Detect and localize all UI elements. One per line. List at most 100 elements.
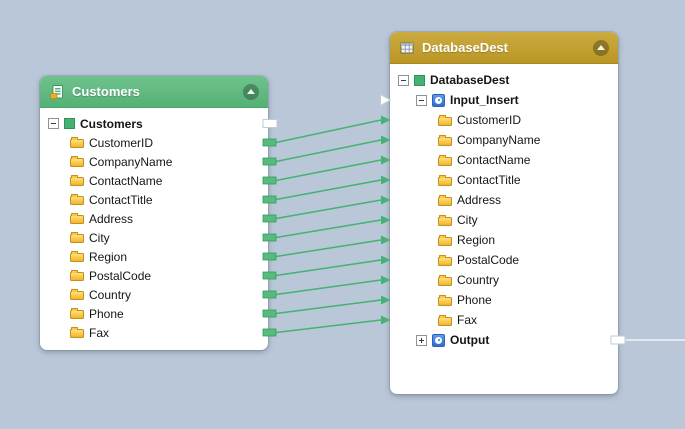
connection-line[interactable] bbox=[276, 240, 381, 257]
folder-icon bbox=[438, 157, 452, 166]
connection-line[interactable] bbox=[276, 160, 381, 181]
field-label: Phone bbox=[89, 308, 124, 320]
folder-icon bbox=[70, 329, 84, 338]
field-label: ContactTitle bbox=[457, 174, 521, 186]
tree-node-field[interactable]: City bbox=[40, 228, 268, 247]
field-label: CustomerID bbox=[457, 114, 521, 126]
collapse-toggle-button[interactable] bbox=[243, 84, 259, 100]
field-label: PostalCode bbox=[89, 270, 151, 282]
field-label: Fax bbox=[457, 314, 477, 326]
field-label: Phone bbox=[457, 294, 492, 306]
mapping-canvas: Customers Customers CustomerID CompanyNa… bbox=[0, 0, 685, 429]
connection-line[interactable] bbox=[276, 320, 381, 333]
tree-node-input-insert[interactable]: Input_Insert bbox=[390, 90, 618, 110]
connection-line[interactable] bbox=[276, 120, 381, 143]
field-label: Region bbox=[89, 251, 127, 263]
tree-node-field[interactable]: Fax bbox=[40, 323, 268, 342]
folder-icon bbox=[438, 137, 452, 146]
tree-node-field[interactable]: ContactTitle bbox=[40, 190, 268, 209]
tree-node-field[interactable]: Region bbox=[390, 230, 618, 250]
field-label: ContactName bbox=[457, 154, 530, 166]
tree-node-field[interactable]: CustomerID bbox=[40, 133, 268, 152]
field-label: CompanyName bbox=[89, 156, 172, 168]
collapse-expander-icon[interactable] bbox=[416, 95, 427, 106]
folder-icon bbox=[438, 217, 452, 226]
folder-icon bbox=[70, 310, 84, 319]
tree-node-field[interactable]: Phone bbox=[40, 304, 268, 323]
component-customers-header[interactable]: Customers bbox=[40, 76, 268, 108]
field-label: PostalCode bbox=[457, 254, 519, 266]
tree-node-field[interactable]: Country bbox=[40, 285, 268, 304]
expand-expander-icon[interactable] bbox=[416, 335, 427, 346]
folder-icon bbox=[70, 158, 84, 167]
connection-line[interactable] bbox=[276, 300, 381, 314]
table-icon bbox=[414, 75, 425, 86]
tree-node-field[interactable]: Address bbox=[40, 209, 268, 228]
field-label: Country bbox=[89, 289, 131, 301]
folder-icon bbox=[438, 197, 452, 206]
table-icon bbox=[64, 118, 75, 129]
tree-node-field[interactable]: CompanyName bbox=[390, 130, 618, 150]
tree-node-field[interactable]: ContactTitle bbox=[390, 170, 618, 190]
field-label: CustomerID bbox=[89, 137, 153, 149]
folder-icon bbox=[438, 117, 452, 126]
connection-line[interactable] bbox=[276, 220, 381, 238]
node-label: Input_Insert bbox=[450, 94, 519, 106]
gear-icon bbox=[432, 94, 445, 107]
folder-icon bbox=[438, 317, 452, 326]
component-title: Customers bbox=[72, 84, 140, 99]
collapse-expander-icon[interactable] bbox=[398, 75, 409, 86]
connection-line[interactable] bbox=[276, 140, 381, 162]
folder-icon bbox=[438, 237, 452, 246]
field-label: City bbox=[89, 232, 110, 244]
tree-node-field[interactable]: Region bbox=[40, 247, 268, 266]
folder-icon bbox=[438, 257, 452, 266]
folder-icon bbox=[70, 234, 84, 243]
tree-node-field[interactable]: Phone bbox=[390, 290, 618, 310]
tree-node-field[interactable]: PostalCode bbox=[390, 250, 618, 270]
source-file-icon bbox=[49, 84, 65, 100]
tree-node-field[interactable]: CustomerID bbox=[390, 110, 618, 130]
tree-node-customers-root[interactable]: Customers bbox=[40, 114, 268, 133]
folder-icon bbox=[70, 253, 84, 262]
tree-node-field[interactable]: ContactName bbox=[40, 171, 268, 190]
component-databasedest[interactable]: DatabaseDest DatabaseDest Input_Insert C… bbox=[390, 32, 618, 394]
tree-node-databasedest-root[interactable]: DatabaseDest bbox=[390, 70, 618, 90]
field-label: ContactName bbox=[89, 175, 162, 187]
triangle-up-icon bbox=[247, 89, 255, 94]
field-label: Country bbox=[457, 274, 499, 286]
tree-node-field[interactable]: City bbox=[390, 210, 618, 230]
component-title: DatabaseDest bbox=[422, 40, 508, 55]
input-insert-connector-arrow[interactable] bbox=[381, 95, 391, 106]
field-connections bbox=[276, 120, 381, 333]
tree-node-output[interactable]: Output bbox=[390, 330, 618, 350]
database-table-icon bbox=[399, 40, 415, 56]
field-label: ContactTitle bbox=[89, 194, 153, 206]
tree-node-field[interactable]: Fax bbox=[390, 310, 618, 330]
gear-icon bbox=[432, 334, 445, 347]
connection-line[interactable] bbox=[276, 180, 381, 200]
customers-tree: Customers CustomerID CompanyName Contact… bbox=[40, 108, 268, 350]
collapse-expander-icon[interactable] bbox=[48, 118, 59, 129]
folder-icon bbox=[70, 139, 84, 148]
component-databasedest-header[interactable]: DatabaseDest bbox=[390, 32, 618, 64]
collapse-toggle-button[interactable] bbox=[593, 40, 609, 56]
connection-line[interactable] bbox=[276, 260, 381, 276]
tree-node-field[interactable]: Country bbox=[390, 270, 618, 290]
tree-node-field[interactable]: Address bbox=[390, 190, 618, 210]
folder-icon bbox=[70, 177, 84, 186]
connection-line[interactable] bbox=[276, 280, 381, 295]
tree-node-field[interactable]: CompanyName bbox=[40, 152, 268, 171]
tree-node-field[interactable]: PostalCode bbox=[40, 266, 268, 285]
folder-icon bbox=[70, 215, 84, 224]
node-label: DatabaseDest bbox=[430, 74, 509, 86]
connection-line[interactable] bbox=[276, 200, 381, 219]
folder-icon bbox=[438, 177, 452, 186]
databasedest-tree: DatabaseDest Input_Insert CustomerID Com… bbox=[390, 64, 618, 394]
field-label: City bbox=[457, 214, 478, 226]
folder-icon bbox=[70, 272, 84, 281]
component-customers[interactable]: Customers Customers CustomerID CompanyNa… bbox=[40, 76, 268, 350]
field-label: Fax bbox=[89, 327, 109, 339]
folder-icon bbox=[438, 277, 452, 286]
tree-node-field[interactable]: ContactName bbox=[390, 150, 618, 170]
